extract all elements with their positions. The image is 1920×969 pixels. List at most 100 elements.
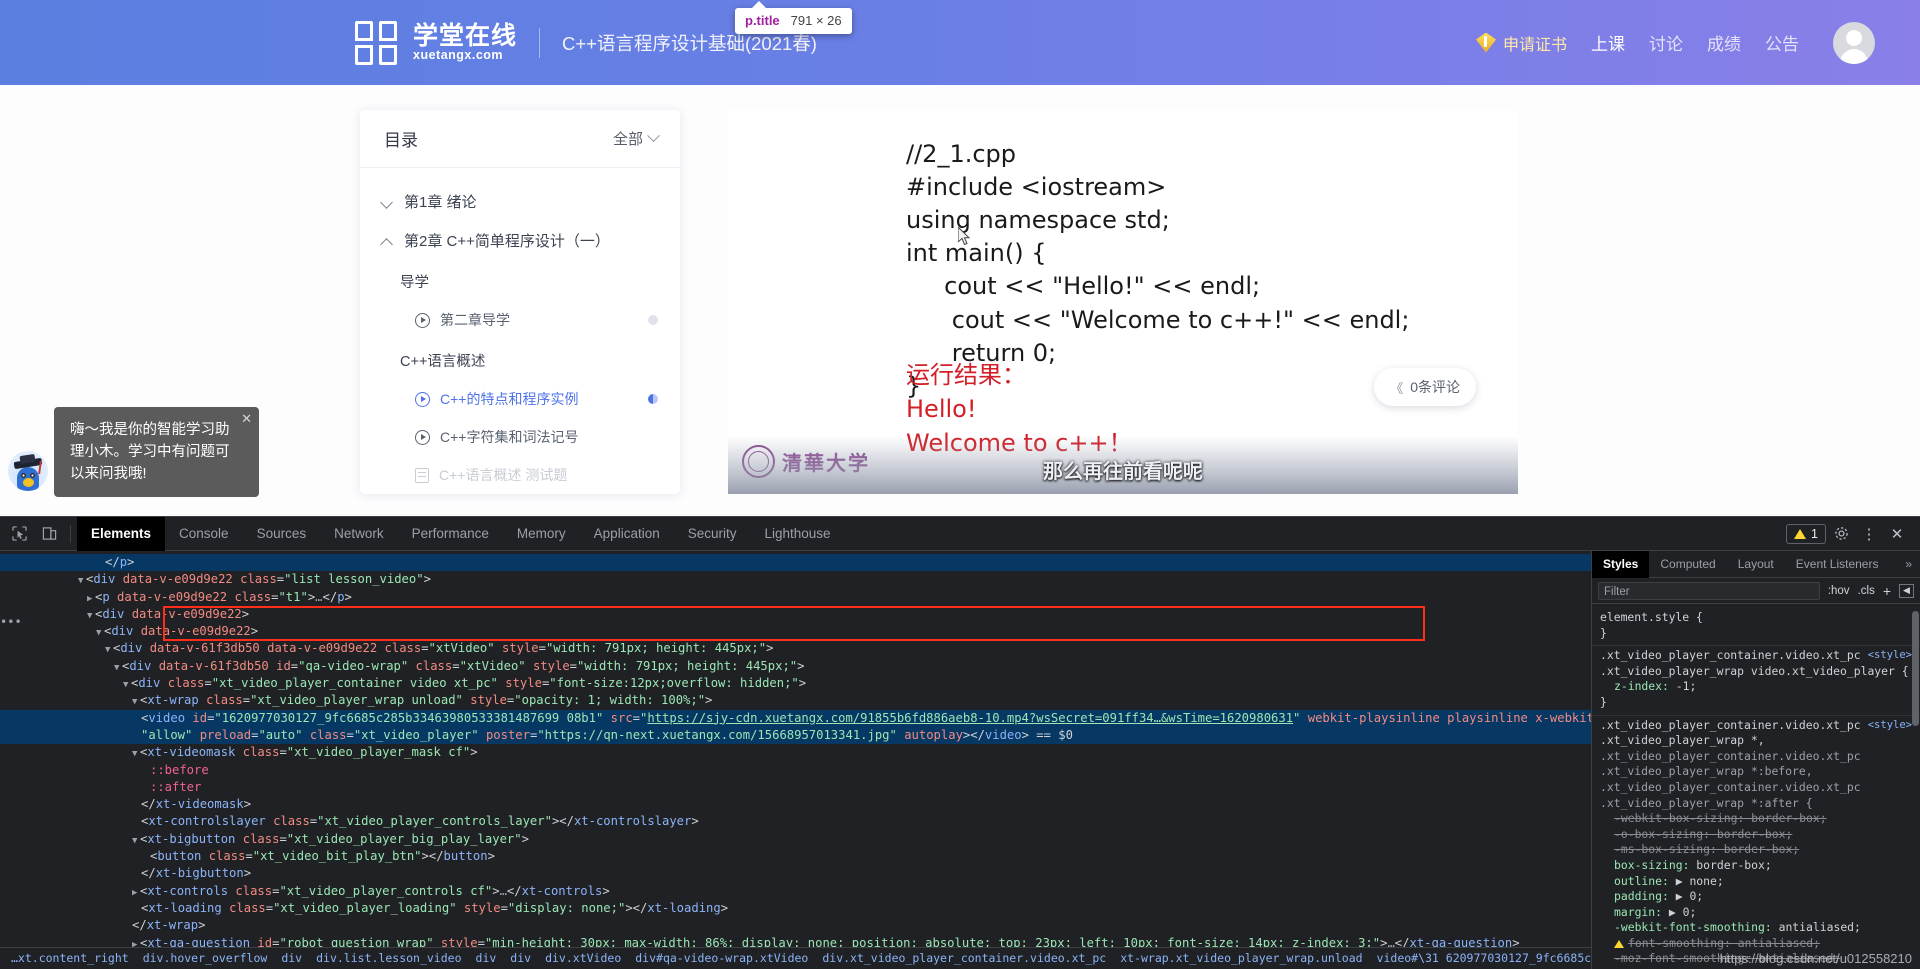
toc-filter-dropdown[interactable]: 全部 <box>613 128 660 149</box>
nav-item-grades[interactable]: 成绩 <box>1707 30 1741 55</box>
nav-item-announcements[interactable]: 公告 <box>1765 30 1799 55</box>
xuetangx-logo-icon[interactable] <box>355 20 401 65</box>
breadcrumb[interactable]: …xt.content_right div.hover_overflow div di… <box>0 947 1591 969</box>
dom-tree-line[interactable]: "allow" preload="auto" class="xt_video_p… <box>0 726 1591 745</box>
dom-tree-line[interactable]: <video id="1620977030127_9fc6685c285b334… <box>0 709 1591 727</box>
nav-item-class[interactable]: 上课 <box>1591 30 1625 55</box>
style-rule[interactable]: <style> .xt_video_player_container.video.… <box>1592 716 1920 969</box>
assistant-avatar-icon[interactable] <box>8 451 48 492</box>
tab-layout[interactable]: Layout <box>1727 551 1785 578</box>
more-tabs-icon[interactable]: » <box>1905 557 1920 571</box>
breadcrumb-item[interactable]: …xt.content_right <box>4 950 136 967</box>
toc-video-features-and-examples[interactable]: C++的特点和程序实例 <box>360 380 680 418</box>
tab-elements[interactable]: Elements <box>77 516 166 551</box>
dom-tree-line[interactable]: <xt-loading class="xt_video_player_loadi… <box>0 900 1591 917</box>
user-avatar[interactable] <box>1833 21 1875 64</box>
breadcrumb-item[interactable]: xt-wrap.xt_video_player_wrap.unload <box>1113 950 1369 967</box>
tab-console[interactable]: Console <box>165 517 243 551</box>
style-value[interactable]: ▶ none; <box>1676 874 1724 888</box>
style-declaration[interactable]: padding: ▶ 0; <box>1600 889 1912 905</box>
toc-video-charset-and-tokens[interactable]: C++字符集和词法记号 <box>360 418 680 456</box>
comments-toggle-button[interactable]: 《 0条评论 <box>1374 368 1476 406</box>
apply-certificate-button[interactable]: 申请证书 <box>1475 31 1567 55</box>
style-declaration[interactable]: outline: ▶ none; <box>1600 874 1912 890</box>
toc-chapter-2[interactable]: 第2章 C++简单程序设计（一） <box>360 221 680 260</box>
dom-tree-line[interactable]: ▼ <div class="xt_video_player_container v… <box>0 675 1591 692</box>
dom-tree-line[interactable]: <button class="xt_video_bit_play_btn"></… <box>0 848 1591 865</box>
dom-tree-line[interactable]: ::before <box>0 762 1591 779</box>
dom-tree-line[interactable]: ▼ <div data-v-e09d9e22> <box>0 623 1591 640</box>
device-toolbar-icon[interactable] <box>34 520 64 548</box>
toc-video-chapter2-guide[interactable]: 第二章导学 <box>360 301 680 339</box>
tab-security[interactable]: Security <box>674 517 751 551</box>
dom-tree-line[interactable]: ▼ <div data-v-61f3db50 data-v-e09d9e22 cl… <box>0 640 1591 657</box>
tab-computed[interactable]: Computed <box>1649 551 1726 578</box>
dom-tree-line[interactable]: </xt-bigbutton> <box>0 865 1591 882</box>
tab-event-listeners[interactable]: Event Listeners <box>1785 551 1890 578</box>
video-player[interactable]: //2_1.cpp #include <iostream> using name… <box>728 110 1518 494</box>
style-rule[interactable]: element.style {} <box>1592 608 1920 647</box>
sidebar-toggle-icon[interactable]: ◀ <box>1899 583 1914 598</box>
tab-performance[interactable]: Performance <box>398 517 503 551</box>
dom-tree-line[interactable]: ▶ <xt-controls class="xt_video_player_con… <box>0 883 1591 900</box>
nav-item-discussion[interactable]: 讨论 <box>1649 30 1683 55</box>
breadcrumb-item[interactable]: div.xtVideo <box>538 950 628 967</box>
dom-tree-line[interactable]: ▼ <xt-wrap class="xt_video_player_wrap un… <box>0 692 1591 709</box>
style-declaration[interactable]: -o-box-sizing: border-box; <box>1600 827 1912 843</box>
dom-tree-line[interactable]: </xt-wrap> <box>0 917 1591 934</box>
breadcrumb-item[interactable]: div#qa-video-wrap.xtVideo <box>628 950 815 967</box>
style-rule[interactable]: <style> .xt_video_player_container.video.… <box>1592 646 1920 716</box>
tab-network[interactable]: Network <box>320 517 398 551</box>
style-value[interactable]: ▶ 0; <box>1676 889 1703 903</box>
style-declaration[interactable]: margin: ▶ 0; <box>1600 905 1912 921</box>
style-declaration[interactable]: z-index: -1; <box>1600 679 1912 695</box>
dom-tree-line[interactable]: </xt-videomask> <box>0 796 1591 813</box>
style-rule-origin[interactable]: <style> <box>1868 648 1912 664</box>
breadcrumb-item[interactable]: div <box>274 950 309 967</box>
styles-rules-list[interactable]: element.style {} <style> .xt_video_player_… <box>1592 604 1920 969</box>
cls-toggle[interactable]: .cls <box>1858 585 1875 597</box>
logo-text[interactable]: 学堂在线 xuetangx.com <box>413 23 517 62</box>
new-style-rule-button[interactable]: + <box>1883 583 1891 599</box>
breadcrumb-item[interactable]: div.list.lesson_video <box>309 950 468 967</box>
close-devtools-icon[interactable]: ✕ <box>1884 521 1910 547</box>
breadcrumb-item[interactable]: div <box>469 950 504 967</box>
inspect-element-icon[interactable] <box>4 520 34 548</box>
dom-tree-line[interactable]: ▼ <xt-bigbutton class="xt_video_player_bi… <box>0 831 1591 848</box>
gear-icon[interactable] <box>1828 521 1854 547</box>
dom-tree-line[interactable]: ▼ <div data-v-61f3db50 id="qa-video-wrap"… <box>0 658 1591 675</box>
tab-styles[interactable]: Styles <box>1592 551 1650 578</box>
style-value[interactable]: ▶ 0; <box>1669 905 1696 919</box>
breadcrumb-item[interactable]: video#\31 620977030127_9fc6685c285b33463… <box>1370 950 1591 967</box>
more-options-icon[interactable]: ⋮ <box>1856 521 1882 547</box>
breadcrumb-item[interactable]: div.hover_overflow <box>136 950 275 967</box>
tab-sources[interactable]: Sources <box>243 517 321 551</box>
style-declaration[interactable]: -webkit-box-sizing: border-box; <box>1600 811 1912 827</box>
hov-toggle[interactable]: :hov <box>1828 585 1850 597</box>
tab-lighthouse[interactable]: Lighthouse <box>751 517 845 551</box>
dom-tree-line[interactable]: ▶ <p data-v-e09d9e22 class="t1">…</p> <box>0 589 1591 606</box>
style-value[interactable]: antialiased; <box>1779 920 1861 934</box>
breadcrumb-item[interactable]: div <box>503 950 538 967</box>
dom-tree-line[interactable]: ▼ <div data-v-e09d9e22 class="list lesson… <box>0 571 1591 588</box>
dom-tree-pane[interactable]: </p> ▼ <div data-v-e09d9e22 class="list le… <box>0 551 1592 969</box>
style-declaration[interactable]: -webkit-font-smoothing: antialiased; <box>1600 920 1912 936</box>
dom-tree-line[interactable]: </p> <box>0 554 1591 572</box>
breadcrumb-item[interactable]: div.xt_video_player_container.video.xt_p… <box>815 950 1113 967</box>
style-value[interactable]: border-box; <box>1696 858 1771 872</box>
style-declaration[interactable]: box-sizing: border-box; <box>1600 858 1912 874</box>
warning-count-badge[interactable]: 1 <box>1786 523 1826 544</box>
style-rule-origin[interactable]: <style> <box>1868 718 1912 734</box>
styles-filter-input[interactable]: Filter <box>1598 581 1820 600</box>
tab-memory[interactable]: Memory <box>503 517 580 551</box>
style-declaration[interactable]: font-smoothing: antialiased; <box>1600 936 1912 952</box>
styles-scrollbar[interactable] <box>1912 611 1919 726</box>
dom-tree-line[interactable]: ▼ <xt-videomask class="xt_video_player_ma… <box>0 744 1591 761</box>
dom-tree-line[interactable]: <xt-controlslayer class="xt_video_player… <box>0 813 1591 830</box>
dom-tree-line[interactable]: ::after <box>0 779 1591 796</box>
style-declaration[interactable]: -ms-box-sizing: border-box; <box>1600 842 1912 858</box>
toc-quiz-overview[interactable]: C++语言概述 测试题 <box>360 456 680 494</box>
dom-tree-line[interactable]: ▼ <div data-v-e09d9e22> <box>0 606 1591 623</box>
toc-chapter-1[interactable]: 第1章 绪论 <box>360 182 680 221</box>
tab-application[interactable]: Application <box>580 517 674 551</box>
